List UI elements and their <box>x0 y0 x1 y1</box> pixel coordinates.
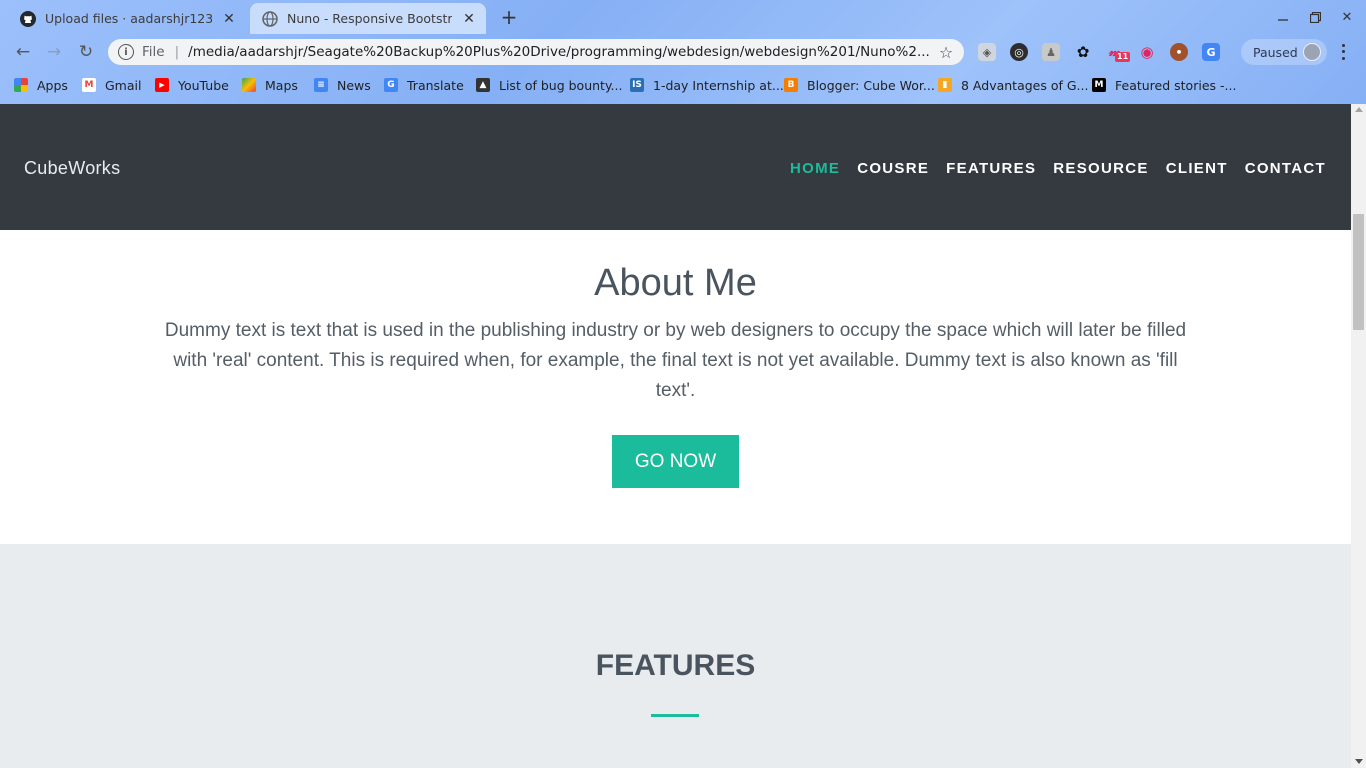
internship-icon: IS <box>630 78 644 92</box>
tab-title: Nuno - Responsive Bootstrap T <box>287 11 452 26</box>
bookmark-news[interactable]: ≡ News <box>314 76 371 94</box>
tab-title: Upload files · aadarshjr123/Res <box>45 11 212 26</box>
extension-translate-icon[interactable]: G <box>1202 43 1220 61</box>
extension-person-icon[interactable]: ♟ <box>1042 43 1060 61</box>
tab-strip: Upload files · aadarshjr123/Res ✕ Nuno -… <box>0 0 1366 34</box>
bookmark-translate[interactable]: G Translate <box>384 76 464 94</box>
maps-icon <box>242 78 256 92</box>
nav-client[interactable]: CLIENT <box>1166 160 1228 177</box>
close-tab-icon[interactable]: ✕ <box>460 10 478 28</box>
bookmark-featured-stories[interactable]: M Featured stories -... <box>1092 76 1236 94</box>
bookmark-label: Apps <box>37 77 68 93</box>
blogger-icon: B <box>784 78 798 92</box>
bookmark-label: 8 Advantages of G... <box>961 77 1089 93</box>
url-separator: | <box>174 44 180 60</box>
nav-home[interactable]: HOME <box>790 160 840 177</box>
site-brand[interactable]: CubeWorks <box>24 158 120 179</box>
nav-features[interactable]: FEATURES <box>946 160 1036 177</box>
gmail-icon: M <box>82 78 96 92</box>
url-text[interactable]: /media/aadarshjr/Seagate%20Backup%20Plus… <box>188 44 936 60</box>
profile-button[interactable]: Paused <box>1241 39 1327 65</box>
go-now-button[interactable]: GO NOW <box>612 435 739 488</box>
extension-target-icon[interactable]: ◉ <box>1138 43 1156 61</box>
translate-icon: G <box>384 78 398 92</box>
avatar <box>1303 43 1321 61</box>
nav-contact[interactable]: CONTACT <box>1245 160 1326 177</box>
bookmark-label: Translate <box>407 77 464 93</box>
about-section: About Me Dummy text is text that is used… <box>0 230 1351 544</box>
apps-grid-icon <box>14 78 28 92</box>
extension-notification-icon[interactable]: 𝓂11 <box>1106 43 1131 62</box>
extension-cookie-icon[interactable]: • <box>1170 43 1188 61</box>
bookmark-star-icon[interactable]: ☆ <box>936 43 956 62</box>
close-tab-icon[interactable]: ✕ <box>220 10 238 28</box>
close-window-icon[interactable]: ✕ <box>1336 6 1358 28</box>
site-nav-links: HOME COUSRE FEATURES RESOURCE CLIENT CON… <box>790 160 1326 177</box>
bookmark-advantages[interactable]: ▮ 8 Advantages of G... <box>938 76 1088 94</box>
bookmark-label: Gmail <box>105 77 142 93</box>
bookmark-bug-bounty[interactable]: ▲ List of bug bounty... <box>476 76 622 94</box>
new-tab-plus-icon[interactable]: + <box>498 5 520 29</box>
bookmark-blogger[interactable]: B Blogger: Cube Wor... <box>784 76 935 94</box>
tab-nuno[interactable]: Nuno - Responsive Bootstrap T ✕ <box>250 3 486 34</box>
bug-icon: ▲ <box>476 78 490 92</box>
forward-arrow-icon[interactable]: → <box>43 41 65 63</box>
news-icon: ≡ <box>314 78 328 92</box>
nav-course[interactable]: COUSRE <box>857 160 929 177</box>
bookmark-label: YouTube <box>178 77 229 93</box>
youtube-icon: ▶ <box>155 78 169 92</box>
url-scheme: File <box>142 44 165 60</box>
address-bar[interactable]: i File | /media/aadarshjr/Seagate%20Back… <box>108 39 964 65</box>
bookmark-label: List of bug bounty... <box>499 77 623 93</box>
browser-chrome: Upload files · aadarshjr123/Res ✕ Nuno -… <box>0 0 1366 104</box>
bookmark-label: 1-day Internship at... <box>653 77 784 93</box>
bookmark-label: News <box>337 77 371 93</box>
features-section: FEATURES <box>0 544 1351 768</box>
extension-compass-icon[interactable]: ◈ <box>978 43 996 61</box>
restore-icon[interactable] <box>1304 6 1326 28</box>
github-icon <box>20 10 36 27</box>
scrollbar-thumb[interactable] <box>1353 214 1364 330</box>
page-viewport: CubeWorks HOME COUSRE FEATURES RESOURCE … <box>0 104 1351 768</box>
features-divider <box>651 714 699 717</box>
extension-loop-icon[interactable]: ◎ <box>1010 43 1028 61</box>
globe-icon <box>262 10 278 27</box>
about-text: Dummy text is text that is used in the p… <box>164 320 1187 401</box>
bookmark-gmail[interactable]: M Gmail <box>82 76 141 94</box>
back-arrow-icon[interactable]: ← <box>12 41 34 63</box>
scroll-up-arrow-icon[interactable] <box>1355 107 1363 112</box>
bookmark-label: Featured stories -... <box>1115 77 1237 93</box>
browser-menu-icon[interactable] <box>1336 42 1350 62</box>
profile-status: Paused <box>1253 44 1298 60</box>
medium-icon: M <box>1092 78 1106 92</box>
scroll-down-arrow-icon[interactable] <box>1355 759 1363 764</box>
bookmark-label: Maps <box>265 77 298 93</box>
about-title: About Me <box>594 262 757 304</box>
extension-gnome-icon[interactable]: ✿ <box>1074 43 1092 61</box>
site-navbar: CubeWorks HOME COUSRE FEATURES RESOURCE … <box>0 104 1351 230</box>
bookmark-internship[interactable]: IS 1-day Internship at... <box>630 76 784 94</box>
site-info-icon[interactable]: i <box>118 44 134 60</box>
chart-icon: ▮ <box>938 78 952 92</box>
bookmark-maps[interactable]: Maps <box>242 76 298 94</box>
tab-upload-files[interactable]: Upload files · aadarshjr123/Res ✕ <box>8 3 246 34</box>
page-scrollbar[interactable] <box>1351 104 1366 768</box>
bookmark-youtube[interactable]: ▶ YouTube <box>155 76 229 94</box>
extension-badge: 11 <box>1115 52 1131 62</box>
minimize-icon[interactable] <box>1272 6 1294 28</box>
reload-icon[interactable]: ↻ <box>75 41 97 63</box>
nav-resource[interactable]: RESOURCE <box>1053 160 1148 177</box>
features-title: FEATURES <box>595 649 756 682</box>
bookmark-label: Blogger: Cube Wor... <box>807 77 935 93</box>
bookmark-apps[interactable]: Apps <box>14 76 68 94</box>
